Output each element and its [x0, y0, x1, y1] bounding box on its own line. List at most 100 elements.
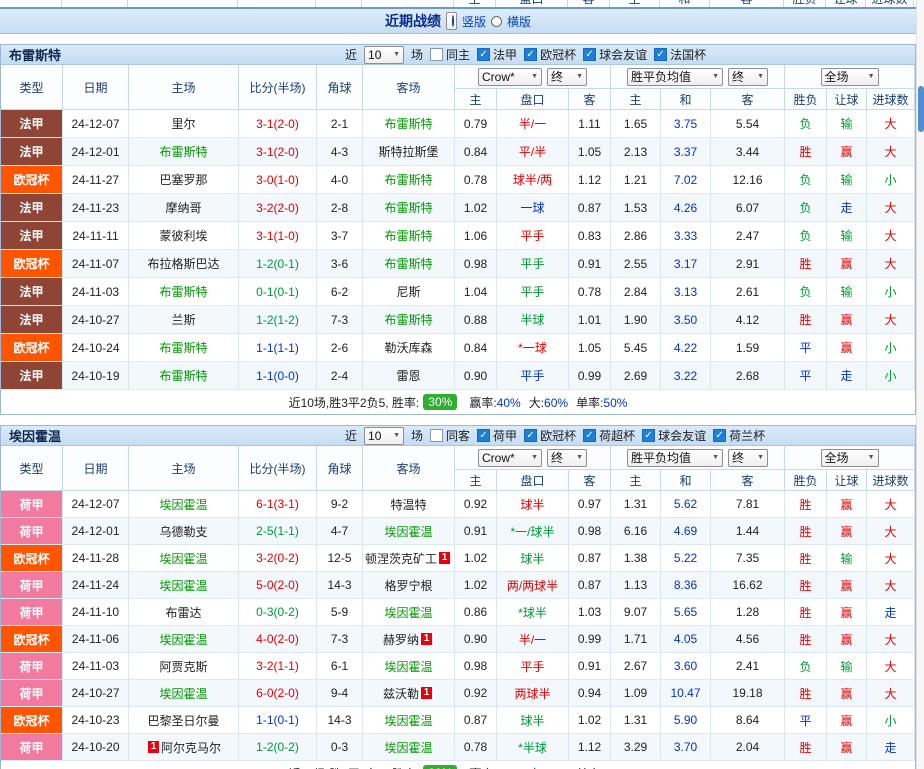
home-team-link[interactable]: 布雷达	[165, 604, 201, 621]
away-team-link[interactable]: 布雷斯特	[384, 311, 432, 328]
league-filter[interactable]: 荷甲	[477, 427, 517, 444]
home-team-link[interactable]: 巴黎圣日尔曼	[147, 712, 219, 729]
league-filter[interactable]: 法国杯	[654, 46, 706, 63]
vertical-layout-label[interactable]: 竖版	[462, 13, 486, 30]
league-filter-checkbox[interactable]	[524, 429, 538, 442]
home-team-link[interactable]: 埃因霍温	[159, 550, 207, 567]
score-link[interactable]: 6-0(2-0)	[256, 686, 299, 700]
score-link[interactable]: 1-1(0-0)	[256, 369, 299, 383]
scope-select[interactable]: 全场	[820, 448, 879, 467]
away-team-link[interactable]: 布雷斯特	[384, 199, 432, 216]
same-venue-filter[interactable]: 同客	[430, 427, 470, 444]
home-team-link[interactable]: 布雷斯特	[159, 143, 207, 160]
league-filter-checkbox[interactable]	[524, 48, 538, 61]
league-filter[interactable]: 荷兰杯	[713, 427, 765, 444]
odds-final-select[interactable]: 终	[547, 67, 587, 86]
score-link[interactable]: 0-1(0-1)	[256, 285, 299, 299]
home-team-link[interactable]: 蒙彼利埃	[159, 227, 207, 244]
same-venue-checkbox[interactable]	[430, 429, 444, 442]
score-link[interactable]: 3-1(2-0)	[256, 117, 299, 131]
home-team-link[interactable]: 巴塞罗那	[159, 171, 207, 188]
recent-count-select[interactable]: 10	[364, 45, 405, 64]
vertical-layout-radio[interactable]	[445, 12, 457, 30]
score-link[interactable]: 1-2(0-1)	[256, 257, 299, 271]
score-link[interactable]: 1-2(1-2)	[256, 313, 299, 327]
score-link[interactable]: 3-2(2-0)	[256, 201, 299, 215]
away-team-link[interactable]: 埃因霍温	[384, 712, 432, 729]
league-filter-checkbox[interactable]	[583, 48, 597, 61]
scrollbar-thumb[interactable]	[918, 86, 924, 132]
scrollbar-track[interactable]	[916, 0, 924, 769]
away-team-link[interactable]: 特温特	[390, 496, 426, 513]
home-team-link[interactable]: 里尔	[171, 115, 195, 132]
away-team-link[interactable]: 尼斯	[396, 283, 420, 300]
euro-final-select[interactable]: 终	[728, 67, 768, 86]
home-team-link[interactable]: 布雷斯特	[159, 283, 207, 300]
home-team-link[interactable]: 布雷斯特	[159, 367, 207, 384]
horizontal-layout-radio[interactable]	[491, 15, 502, 27]
score-link[interactable]: 0-3(0-2)	[256, 605, 299, 619]
league-filter-checkbox[interactable]	[477, 429, 491, 442]
home-team-link[interactable]: 埃因霍温	[159, 685, 207, 702]
home-team-link[interactable]: 埃因霍温	[159, 496, 207, 513]
odds-company-select[interactable]: Crow*	[478, 448, 542, 467]
away-team-link[interactable]: 埃因霍温	[384, 523, 432, 540]
away-team-link[interactable]: 兹沃勒	[383, 685, 419, 702]
away-team-link[interactable]: 格罗宁根	[384, 577, 432, 594]
league-filter[interactable]: 球会友谊	[642, 427, 706, 444]
same-venue-filter[interactable]: 同主	[430, 46, 470, 63]
home-team-link[interactable]: 兰斯	[171, 311, 195, 328]
home-team-link[interactable]: 布拉格斯巴达	[147, 255, 219, 272]
league-filter[interactable]: 荷超杯	[583, 427, 635, 444]
league-filter[interactable]: 球会友谊	[583, 46, 647, 63]
euro-company-select[interactable]: 胜平负均值	[627, 448, 723, 467]
score-link[interactable]: 1-1(0-1)	[256, 713, 299, 727]
same-venue-checkbox[interactable]	[430, 48, 444, 61]
league-filter-checkbox[interactable]	[642, 429, 656, 442]
score-link[interactable]: 3-1(1-0)	[256, 229, 299, 243]
away-team-link[interactable]: 埃因霍温	[384, 739, 432, 756]
odds-final-select[interactable]: 终	[547, 448, 587, 467]
league-filter[interactable]: 欧冠杯	[524, 46, 576, 63]
away-team-link[interactable]: 雷恩	[396, 367, 420, 384]
home-team-link[interactable]: 埃因霍温	[159, 631, 207, 648]
league-filter-checkbox[interactable]	[654, 48, 668, 61]
league-filter[interactable]: 法甲	[477, 46, 517, 63]
score-link[interactable]: 1-2(0-2)	[256, 740, 299, 754]
home-team-link[interactable]: 摩纳哥	[165, 199, 201, 216]
euro-final-select[interactable]: 终	[728, 448, 768, 467]
away-team-link[interactable]: 布雷斯特	[384, 255, 432, 272]
score-link[interactable]: 6-1(3-1)	[256, 497, 299, 511]
scope-select[interactable]: 全场	[820, 67, 879, 86]
away-team-link[interactable]: 布雷斯特	[384, 171, 432, 188]
score-link[interactable]: 5-0(2-0)	[256, 578, 299, 592]
away-team-link[interactable]: 赫罗纳	[383, 631, 419, 648]
horizontal-layout-label[interactable]: 横版	[507, 13, 531, 30]
score-link[interactable]: 3-2(1-1)	[256, 659, 299, 673]
away-team-link[interactable]: 埃因霍温	[384, 604, 432, 621]
home-team-link[interactable]: 埃因霍温	[159, 577, 207, 594]
score-link[interactable]: 3-2(0-2)	[256, 551, 299, 565]
away-team-link[interactable]: 顿涅茨克矿工	[365, 550, 437, 567]
score-link[interactable]: 3-0(1-0)	[256, 173, 299, 187]
away-team-link[interactable]: 斯特拉斯堡	[378, 143, 438, 160]
league-filter[interactable]: 欧冠杯	[524, 427, 576, 444]
home-team-link[interactable]: 布雷斯特	[159, 339, 207, 356]
league-filter-checkbox[interactable]	[477, 48, 491, 61]
away-team-link[interactable]: 勒沃库森	[384, 339, 432, 356]
score-link[interactable]: 4-0(2-0)	[256, 632, 299, 646]
score-link[interactable]: 3-1(2-0)	[256, 145, 299, 159]
away-team-link[interactable]: 布雷斯特	[384, 115, 432, 132]
league-filter-checkbox[interactable]	[713, 429, 727, 442]
score-link[interactable]: 1-1(1-1)	[256, 341, 299, 355]
away-team-link[interactable]: 布雷斯特	[384, 227, 432, 244]
home-team-link[interactable]: 阿贾克斯	[159, 658, 207, 675]
away-team-link[interactable]: 埃因霍温	[384, 658, 432, 675]
home-team-link[interactable]: 阿尔克马尔	[161, 739, 221, 756]
league-filter-checkbox[interactable]	[583, 429, 597, 442]
home-team-link[interactable]: 乌德勒支	[159, 523, 207, 540]
score-link[interactable]: 2-5(1-1)	[256, 524, 299, 538]
odds-company-select[interactable]: Crow*	[478, 67, 542, 86]
recent-count-select[interactable]: 10	[364, 426, 405, 445]
euro-company-select[interactable]: 胜平负均值	[627, 67, 723, 86]
